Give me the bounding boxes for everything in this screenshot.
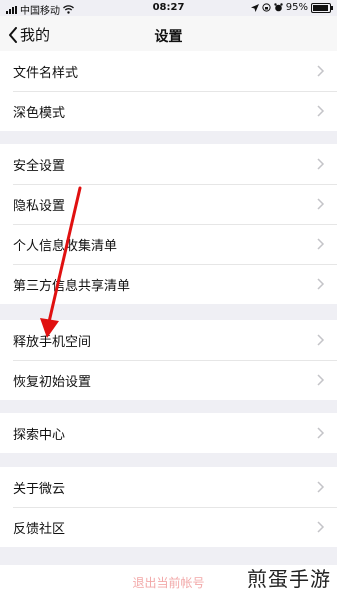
settings-item-about[interactable]: 关于微云 [0,467,337,507]
alarm-icon [274,3,283,12]
settings-group-explore: 探索中心 [0,413,337,453]
watermark: 煎蛋手游 [247,567,331,591]
settings-item-label: 反馈社区 [13,521,66,537]
settings-item-label: 个人信息收集清单 [13,238,118,254]
settings-item-label: 恢复初始设置 [13,374,92,390]
chevron-right-icon [317,238,325,250]
settings-group-security: 安全设置 隐私设置 个人信息收集清单 第三方信息共享清单 [0,144,337,304]
logout-button[interactable]: 退出当前帐号 [132,574,204,591]
settings-item-label: 文件名样式 [13,65,79,81]
chevron-right-icon [317,105,325,117]
settings-item-free-space[interactable]: 释放手机空间 [0,320,337,360]
settings-item-label: 第三方信息共享清单 [13,278,131,294]
chevron-right-icon [317,65,325,77]
settings-item-label: 安全设置 [13,158,66,174]
settings-item-label: 深色模式 [13,105,66,121]
chevron-right-icon [317,374,325,386]
settings-item-privacy[interactable]: 隐私设置 [0,184,337,224]
chevron-right-icon [317,521,325,533]
chevron-right-icon [317,158,325,170]
settings-group-display: 文件名样式 深色模式 [0,51,337,131]
chevron-right-icon [317,481,325,493]
settings-item-filename-style[interactable]: 文件名样式 [0,51,337,91]
settings-item-label: 释放手机空间 [13,334,92,350]
chevron-right-icon [317,278,325,290]
page-title: 设置 [154,29,183,45]
status-right: 95% [250,2,333,13]
settings-item-label: 关于微云 [13,481,66,497]
settings-item-label: 隐私设置 [13,198,66,214]
settings-group-storage: 释放手机空间 恢复初始设置 [0,320,337,400]
chevron-right-icon [317,334,325,346]
settings-item-dark-mode[interactable]: 深色模式 [0,91,337,131]
settings-item-explore-center[interactable]: 探索中心 [0,413,337,453]
lock-rotation-icon [262,3,271,12]
settings-item-reset[interactable]: 恢复初始设置 [0,360,337,400]
settings-item-security[interactable]: 安全设置 [0,144,337,184]
battery-percent: 95% [285,2,308,13]
settings-item-label: 探索中心 [13,427,66,443]
settings-group-about: 关于微云 反馈社区 [0,467,337,547]
status-bar: 中国移动 08:27 95% [0,0,337,17]
navigation-bar: 我的 设置 [0,16,337,54]
location-icon [250,3,259,12]
settings-item-feedback[interactable]: 反馈社区 [0,507,337,547]
battery-icon [311,2,333,13]
settings-item-personal-info-list[interactable]: 个人信息收集清单 [0,224,337,264]
chevron-right-icon [317,427,325,439]
settings-item-third-party-sharing[interactable]: 第三方信息共享清单 [0,264,337,304]
chevron-right-icon [317,198,325,210]
